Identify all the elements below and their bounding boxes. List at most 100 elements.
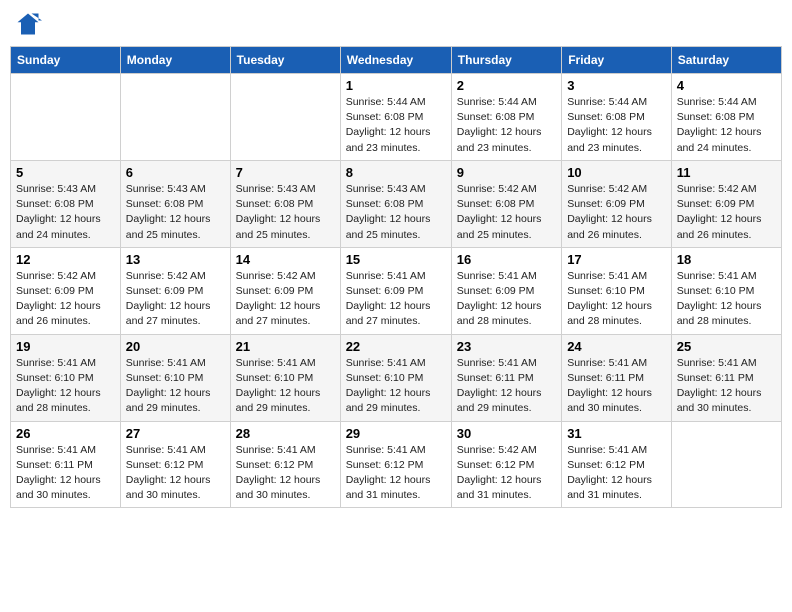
calendar-cell: 9 Sunrise: 5:42 AMSunset: 6:08 PMDaylight… xyxy=(451,160,561,247)
day-number: 15 xyxy=(346,252,446,267)
day-number: 20 xyxy=(126,339,225,354)
day-number: 4 xyxy=(677,78,776,93)
calendar-cell xyxy=(11,74,121,161)
calendar-cell: 17 Sunrise: 5:41 AMSunset: 6:10 PMDayligh… xyxy=(562,247,672,334)
day-info: Sunrise: 5:42 AMSunset: 6:12 PMDaylight:… xyxy=(457,443,556,504)
calendar-cell: 15 Sunrise: 5:41 AMSunset: 6:09 PMDayligh… xyxy=(340,247,451,334)
day-number: 19 xyxy=(16,339,115,354)
calendar-cell xyxy=(671,421,781,508)
day-info: Sunrise: 5:44 AMSunset: 6:08 PMDaylight:… xyxy=(677,95,776,156)
calendar-cell: 24 Sunrise: 5:41 AMSunset: 6:11 PMDayligh… xyxy=(562,334,672,421)
weekday-header-monday: Monday xyxy=(120,47,230,74)
calendar-week-row: 5 Sunrise: 5:43 AMSunset: 6:08 PMDaylight… xyxy=(11,160,782,247)
day-info: Sunrise: 5:41 AMSunset: 6:12 PMDaylight:… xyxy=(126,443,225,504)
calendar-cell: 13 Sunrise: 5:42 AMSunset: 6:09 PMDayligh… xyxy=(120,247,230,334)
weekday-header-row: SundayMondayTuesdayWednesdayThursdayFrid… xyxy=(11,47,782,74)
calendar-cell xyxy=(230,74,340,161)
calendar-header: SundayMondayTuesdayWednesdayThursdayFrid… xyxy=(11,47,782,74)
day-number: 7 xyxy=(236,165,335,180)
calendar-cell: 2 Sunrise: 5:44 AMSunset: 6:08 PMDaylight… xyxy=(451,74,561,161)
day-number: 5 xyxy=(16,165,115,180)
calendar-cell: 6 Sunrise: 5:43 AMSunset: 6:08 PMDaylight… xyxy=(120,160,230,247)
calendar-cell: 26 Sunrise: 5:41 AMSunset: 6:11 PMDayligh… xyxy=(11,421,121,508)
day-number: 28 xyxy=(236,426,335,441)
calendar-cell: 11Sunrise: 5:42 AMSunset: 6:09 PMDayligh… xyxy=(671,160,781,247)
weekday-header-tuesday: Tuesday xyxy=(230,47,340,74)
calendar-cell: 1Sunrise: 5:44 AMSunset: 6:08 PMDaylight… xyxy=(340,74,451,161)
calendar-cell: 22 Sunrise: 5:41 AMSunset: 6:10 PMDayligh… xyxy=(340,334,451,421)
day-info: Sunrise: 5:41 AMSunset: 6:11 PMDaylight:… xyxy=(677,356,776,417)
day-info: Sunrise: 5:41 AMSunset: 6:11 PMDaylight:… xyxy=(457,356,556,417)
calendar-cell: 12 Sunrise: 5:42 AMSunset: 6:09 PMDayligh… xyxy=(11,247,121,334)
calendar-cell: 25 Sunrise: 5:41 AMSunset: 6:11 PMDayligh… xyxy=(671,334,781,421)
day-number: 24 xyxy=(567,339,666,354)
calendar-week-row: 26 Sunrise: 5:41 AMSunset: 6:11 PMDayligh… xyxy=(11,421,782,508)
day-info: Sunrise: 5:42 AMSunset: 6:08 PMDaylight:… xyxy=(457,182,556,243)
calendar-cell: 23Sunrise: 5:41 AMSunset: 6:11 PMDayligh… xyxy=(451,334,561,421)
day-info: Sunrise: 5:41 AMSunset: 6:11 PMDaylight:… xyxy=(567,356,666,417)
day-info: Sunrise: 5:42 AMSunset: 6:09 PMDaylight:… xyxy=(126,269,225,330)
day-number: 26 xyxy=(16,426,115,441)
day-number: 10 xyxy=(567,165,666,180)
weekday-header-wednesday: Wednesday xyxy=(340,47,451,74)
calendar-cell: 4 Sunrise: 5:44 AMSunset: 6:08 PMDaylight… xyxy=(671,74,781,161)
calendar-cell: 5 Sunrise: 5:43 AMSunset: 6:08 PMDaylight… xyxy=(11,160,121,247)
calendar-table: SundayMondayTuesdayWednesdayThursdayFrid… xyxy=(10,46,782,508)
calendar-cell: 20 Sunrise: 5:41 AMSunset: 6:10 PMDayligh… xyxy=(120,334,230,421)
calendar-week-row: 12 Sunrise: 5:42 AMSunset: 6:09 PMDayligh… xyxy=(11,247,782,334)
day-number: 18 xyxy=(677,252,776,267)
logo-icon xyxy=(14,10,42,38)
day-info: Sunrise: 5:41 AMSunset: 6:09 PMDaylight:… xyxy=(457,269,556,330)
calendar-cell: 3Sunrise: 5:44 AMSunset: 6:08 PMDaylight… xyxy=(562,74,672,161)
weekday-header-sunday: Sunday xyxy=(11,47,121,74)
calendar-cell: 27Sunrise: 5:41 AMSunset: 6:12 PMDayligh… xyxy=(120,421,230,508)
day-number: 22 xyxy=(346,339,446,354)
day-info: Sunrise: 5:43 AMSunset: 6:08 PMDaylight:… xyxy=(126,182,225,243)
day-info: Sunrise: 5:41 AMSunset: 6:10 PMDaylight:… xyxy=(126,356,225,417)
day-info: Sunrise: 5:41 AMSunset: 6:10 PMDaylight:… xyxy=(346,356,446,417)
day-info: Sunrise: 5:41 AMSunset: 6:12 PMDaylight:… xyxy=(567,443,666,504)
day-number: 16 xyxy=(457,252,556,267)
day-info: Sunrise: 5:41 AMSunset: 6:09 PMDaylight:… xyxy=(346,269,446,330)
day-info: Sunrise: 5:41 AMSunset: 6:10 PMDaylight:… xyxy=(677,269,776,330)
day-info: Sunrise: 5:41 AMSunset: 6:12 PMDaylight:… xyxy=(346,443,446,504)
calendar-cell: 31Sunrise: 5:41 AMSunset: 6:12 PMDayligh… xyxy=(562,421,672,508)
calendar-cell: 28Sunrise: 5:41 AMSunset: 6:12 PMDayligh… xyxy=(230,421,340,508)
day-info: Sunrise: 5:41 AMSunset: 6:10 PMDaylight:… xyxy=(16,356,115,417)
day-number: 1 xyxy=(346,78,446,93)
day-info: Sunrise: 5:44 AMSunset: 6:08 PMDaylight:… xyxy=(457,95,556,156)
calendar-cell xyxy=(120,74,230,161)
day-number: 30 xyxy=(457,426,556,441)
day-number: 8 xyxy=(346,165,446,180)
weekday-header-thursday: Thursday xyxy=(451,47,561,74)
calendar-cell: 14Sunrise: 5:42 AMSunset: 6:09 PMDayligh… xyxy=(230,247,340,334)
calendar-cell: 30 Sunrise: 5:42 AMSunset: 6:12 PMDayligh… xyxy=(451,421,561,508)
day-number: 9 xyxy=(457,165,556,180)
calendar-cell: 29 Sunrise: 5:41 AMSunset: 6:12 PMDayligh… xyxy=(340,421,451,508)
day-info: Sunrise: 5:44 AMSunset: 6:08 PMDaylight:… xyxy=(567,95,666,156)
day-number: 17 xyxy=(567,252,666,267)
day-number: 13 xyxy=(126,252,225,267)
calendar-cell: 10 Sunrise: 5:42 AMSunset: 6:09 PMDayligh… xyxy=(562,160,672,247)
day-info: Sunrise: 5:41 AMSunset: 6:10 PMDaylight:… xyxy=(567,269,666,330)
day-info: Sunrise: 5:42 AMSunset: 6:09 PMDaylight:… xyxy=(236,269,335,330)
day-number: 2 xyxy=(457,78,556,93)
calendar-cell: 18 Sunrise: 5:41 AMSunset: 6:10 PMDayligh… xyxy=(671,247,781,334)
day-number: 6 xyxy=(126,165,225,180)
day-number: 12 xyxy=(16,252,115,267)
day-number: 21 xyxy=(236,339,335,354)
day-info: Sunrise: 5:41 AMSunset: 6:10 PMDaylight:… xyxy=(236,356,335,417)
day-info: Sunrise: 5:41 AMSunset: 6:11 PMDaylight:… xyxy=(16,443,115,504)
day-info: Sunrise: 5:42 AMSunset: 6:09 PMDaylight:… xyxy=(567,182,666,243)
calendar-week-row: 19 Sunrise: 5:41 AMSunset: 6:10 PMDayligh… xyxy=(11,334,782,421)
calendar-cell: 21 Sunrise: 5:41 AMSunset: 6:10 PMDayligh… xyxy=(230,334,340,421)
header xyxy=(10,10,782,38)
weekday-header-friday: Friday xyxy=(562,47,672,74)
day-number: 25 xyxy=(677,339,776,354)
day-info: Sunrise: 5:43 AMSunset: 6:08 PMDaylight:… xyxy=(346,182,446,243)
day-info: Sunrise: 5:42 AMSunset: 6:09 PMDaylight:… xyxy=(16,269,115,330)
calendar-cell: 8 Sunrise: 5:43 AMSunset: 6:08 PMDaylight… xyxy=(340,160,451,247)
day-info: Sunrise: 5:43 AMSunset: 6:08 PMDaylight:… xyxy=(16,182,115,243)
day-number: 11 xyxy=(677,165,776,180)
day-number: 29 xyxy=(346,426,446,441)
